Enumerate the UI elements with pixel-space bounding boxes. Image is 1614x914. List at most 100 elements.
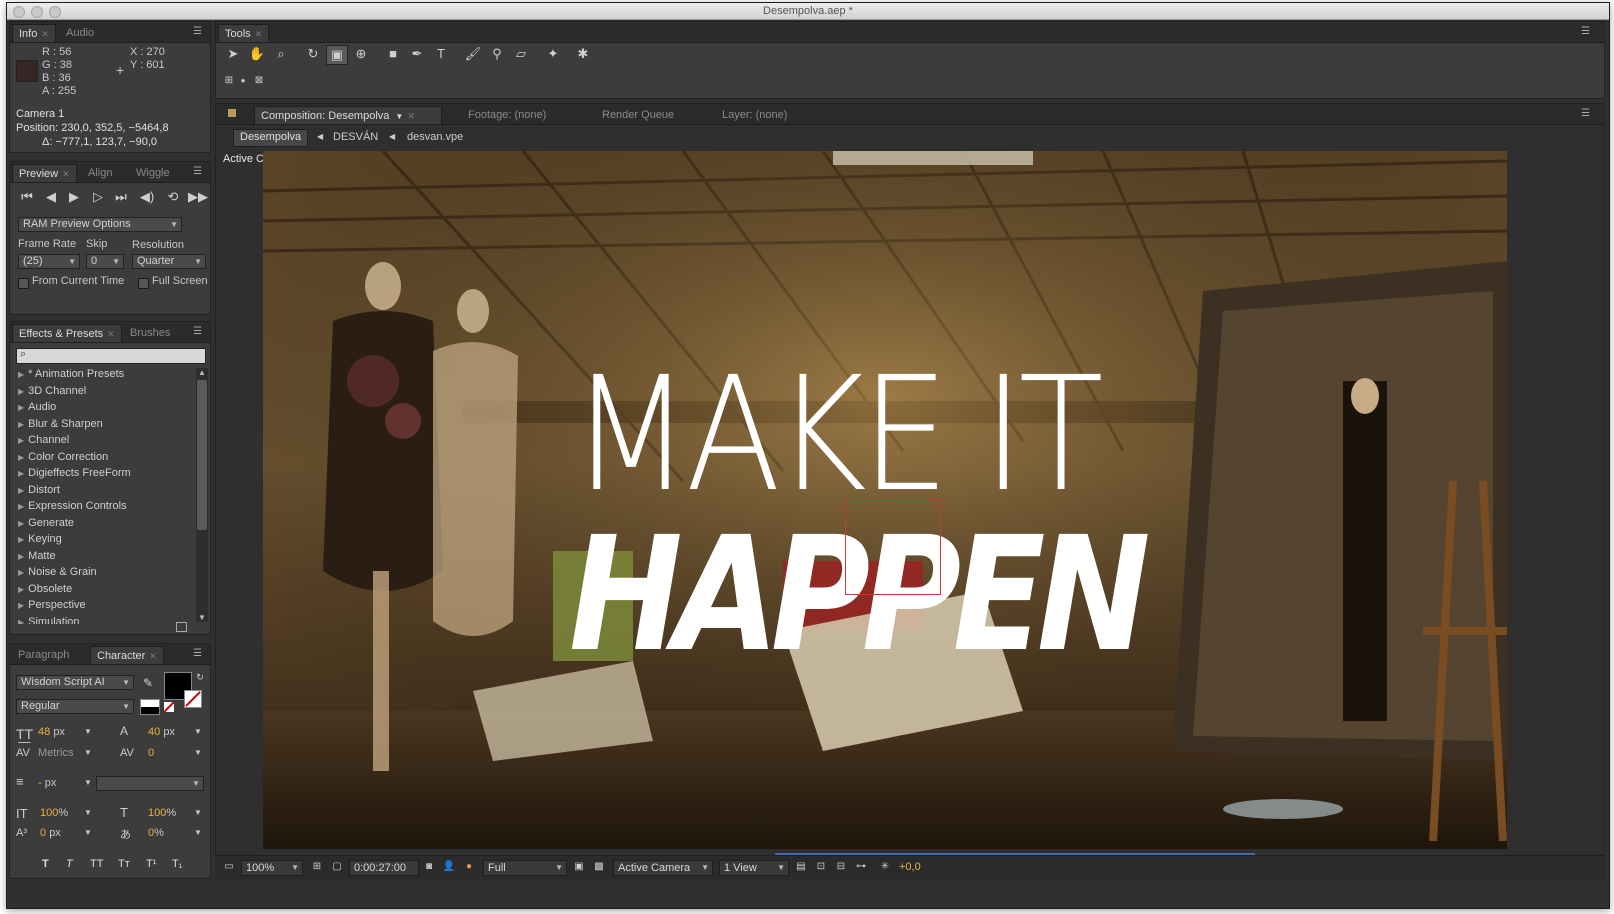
baseline-shift-value[interactable]: 0 px — [40, 827, 61, 839]
ram-preview-icon[interactable]: ▶▶ — [188, 188, 208, 206]
magnification-dropdown[interactable]: 100% ▼ — [241, 860, 303, 876]
tab-info[interactable]: Info ✕ — [12, 24, 56, 42]
disclosure-triangle-icon[interactable]: ▶ — [18, 618, 24, 625]
tab-preview[interactable]: Preview ✕ — [12, 164, 77, 182]
exposure-value[interactable]: +0,0 — [899, 861, 921, 873]
disclosure-triangle-icon[interactable]: ▶ — [18, 519, 24, 528]
swap-colors-icon[interactable]: ↻ — [194, 668, 206, 686]
3d-view-dropdown[interactable]: Active Camera ▼ — [613, 860, 713, 876]
horizontal-scale-value[interactable]: 100% — [148, 807, 176, 819]
stroke-type-dropdown[interactable]: ▼ — [96, 776, 204, 791]
audio-icon[interactable]: ◀) — [138, 188, 156, 206]
tab-render-queue[interactable]: Render Queue — [596, 106, 680, 124]
hand-tool-icon[interactable]: ✋ — [248, 45, 266, 63]
rotate-tool-icon[interactable]: ↻ — [304, 45, 322, 63]
disclosure-triangle-icon[interactable]: ▶ — [18, 469, 24, 478]
view-axis-mode-icon[interactable]: ⊠ — [252, 72, 266, 90]
current-time[interactable]: 0:00:27:00 — [349, 860, 419, 876]
none-swatch-icon[interactable] — [164, 702, 174, 712]
disclosure-triangle-icon[interactable]: ▶ — [18, 420, 24, 429]
tab-wiggle[interactable]: Wiggle — [130, 164, 176, 182]
kerning-value[interactable]: Metrics — [38, 747, 73, 759]
disclosure-triangle-icon[interactable]: ▶ — [18, 585, 24, 594]
effects-item-obsolete[interactable]: ▶ Obsolete — [18, 581, 72, 597]
tab-effects-presets[interactable]: Effects & Presets ✕ — [12, 324, 122, 342]
faux-italic-button[interactable]: T — [66, 858, 73, 870]
effects-item-keying[interactable]: ▶ Keying — [18, 531, 62, 547]
scroll-down-icon[interactable]: ▼ — [196, 613, 208, 622]
subscript-button[interactable]: T₁ — [172, 858, 182, 870]
disclosure-triangle-icon[interactable]: ▶ — [18, 502, 24, 511]
scroll-up-icon[interactable]: ▲ — [196, 368, 208, 377]
fast-draft-icon[interactable]: ⊡ — [813, 858, 829, 876]
region-of-interest-icon[interactable]: ▢ — [329, 858, 345, 876]
vertical-scale-value[interactable]: 100% — [40, 807, 68, 819]
black-white-swatch-icon[interactable] — [140, 699, 160, 715]
chevron-down-icon[interactable]: ▼ — [194, 748, 202, 757]
frame-rate-dropdown[interactable]: (25) ▼ — [18, 254, 80, 269]
disclosure-triangle-icon[interactable]: ▶ — [18, 436, 24, 445]
resolution-dropdown[interactable]: Full ▼ — [483, 860, 567, 876]
play-icon[interactable]: ▶ — [65, 188, 83, 206]
effects-search-input[interactable]: ⌕ — [16, 348, 206, 364]
full-screen-checkbox[interactable] — [138, 278, 149, 289]
effects-item-simulation[interactable]: ▶ Simulation — [18, 614, 80, 625]
effects-scrollbar[interactable]: ▲ ▼ — [196, 368, 208, 622]
font-style-dropdown[interactable]: Regular ▼ — [16, 699, 134, 714]
panel-menu-icon[interactable]: ☰ — [193, 648, 202, 659]
chevron-down-icon[interactable]: ▼ — [84, 748, 92, 757]
eraser-tool-icon[interactable]: ▱ — [512, 45, 530, 63]
selection-tool-icon[interactable]: ➤ — [224, 45, 242, 63]
chevron-down-icon[interactable]: ▼ — [84, 808, 92, 817]
disclosure-triangle-icon[interactable]: ▶ — [18, 403, 24, 412]
disclosure-triangle-icon[interactable]: ▶ — [18, 453, 24, 462]
loop-icon[interactable]: ⟲ — [164, 188, 182, 206]
title-action-safe-icon[interactable]: ⊞ — [309, 858, 325, 876]
reset-exposure-icon[interactable]: ✳ — [877, 858, 893, 876]
scrollbar-thumb[interactable] — [197, 380, 207, 530]
clone-stamp-tool-icon[interactable]: ⚲ — [488, 45, 506, 63]
pen-tool-icon[interactable]: ✒ — [408, 45, 426, 63]
chevron-down-icon[interactable]: ▼ — [194, 808, 202, 817]
brush-tool-icon[interactable]: 🖌 — [464, 45, 482, 63]
tab-footage[interactable]: Footage: (none) — [462, 106, 552, 124]
show-channel-icon[interactable]: ● — [461, 858, 477, 876]
close-icon[interactable]: ✕ — [107, 329, 115, 339]
disclosure-triangle-icon[interactable]: ▶ — [18, 370, 24, 379]
camera-target-box[interactable] — [845, 499, 941, 595]
effects-item-digieffects-freeform[interactable]: ▶ Digieffects FreeForm — [18, 465, 131, 481]
toggle-pixel-aspect-icon[interactable]: ▤ — [793, 858, 809, 876]
breadcrumb-desempolva[interactable]: Desempolva — [233, 129, 309, 147]
stroke-color-swatch[interactable] — [184, 690, 202, 708]
transparency-grid-icon[interactable]: ▩ — [591, 858, 607, 876]
camera-tool-icon[interactable]: ▣ — [326, 45, 348, 65]
effects-item-perspective[interactable]: ▶ Perspective — [18, 597, 86, 613]
effects-item-channel[interactable]: ▶ Channel — [18, 432, 69, 448]
from-current-time-checkbox[interactable] — [18, 278, 29, 289]
disclosure-triangle-icon[interactable]: ▶ — [18, 568, 24, 577]
effects-item-noise-grain[interactable]: ▶ Noise & Grain — [18, 564, 97, 580]
previous-frame-icon[interactable]: ◀ — [42, 188, 60, 206]
world-axis-mode-icon[interactable]: ● — [238, 72, 248, 90]
always-preview-icon[interactable]: ▭ — [221, 858, 237, 876]
tab-composition[interactable]: Composition: Desempolva ▼ ✕ — [254, 106, 442, 124]
effects-item-expression-controls[interactable]: ▶ Expression Controls — [18, 498, 127, 514]
roto-brush-tool-icon[interactable]: ✦ — [544, 45, 562, 63]
breadcrumb-desvan-vpe[interactable]: desvan.vpe — [407, 129, 463, 145]
puppet-pin-tool-icon[interactable]: ✱ — [574, 45, 592, 63]
disclosure-triangle-icon[interactable]: ▶ — [18, 601, 24, 610]
tab-layer[interactable]: Layer: (none) — [716, 106, 793, 124]
disclosure-triangle-icon[interactable]: ▶ — [18, 535, 24, 544]
snapshot-camera-icon[interactable]: ◙ — [421, 858, 437, 876]
panel-menu-icon[interactable]: ☰ — [193, 166, 202, 177]
tab-character[interactable]: Character ✕ — [90, 646, 164, 664]
close-icon[interactable]: ✕ — [149, 651, 157, 661]
local-axis-mode-icon[interactable]: ⊞ — [222, 72, 236, 90]
effects-item-generate[interactable]: ▶ Generate — [18, 515, 74, 531]
close-icon[interactable]: ✕ — [41, 29, 49, 39]
type-tool-icon[interactable]: T — [432, 45, 450, 63]
disclosure-triangle-icon[interactable]: ▶ — [18, 552, 24, 561]
chevron-down-icon[interactable]: ▼ — [84, 828, 92, 837]
view-layout-dropdown[interactable]: 1 View ▼ — [719, 860, 789, 876]
close-icon[interactable]: ✕ — [62, 169, 70, 179]
